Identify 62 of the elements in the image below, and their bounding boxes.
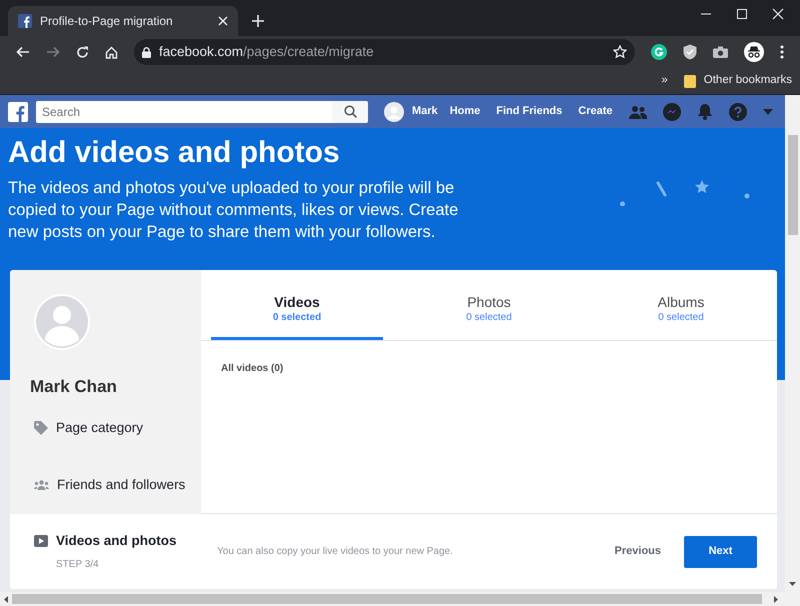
sidebar-step[interactable]: Friends and followers bbox=[10, 456, 201, 514]
camera-icon[interactable] bbox=[713, 46, 728, 58]
browser-tab[interactable]: Profile-to-Page migration bbox=[8, 6, 238, 36]
avatar-icon bbox=[384, 102, 404, 122]
search-button[interactable] bbox=[332, 100, 368, 122]
friends-icon[interactable] bbox=[628, 104, 646, 118]
home-icon[interactable] bbox=[105, 46, 118, 58]
search-field[interactable]: Search bbox=[36, 100, 332, 122]
url-text: facebook.com/pages/create/migrate bbox=[159, 42, 375, 61]
facebook-logo-icon[interactable] bbox=[8, 102, 28, 122]
help-icon[interactable] bbox=[728, 102, 746, 120]
avatar-placeholder-icon bbox=[34, 294, 90, 350]
sidebar-step[interactable]: Videos and photos STEP 3/4 bbox=[10, 514, 201, 589]
lock-icon bbox=[142, 46, 151, 58]
scroll-down-arrow-icon[interactable] bbox=[789, 582, 796, 586]
back-arrow-icon[interactable] bbox=[16, 46, 30, 58]
video-icon bbox=[34, 535, 48, 547]
previous-button[interactable]: Previous bbox=[606, 538, 670, 565]
footer-note: You can also copy your live videos to your new Page. bbox=[217, 545, 454, 559]
nav-link[interactable]: Home bbox=[446, 103, 484, 120]
scroll-left-arrow-icon[interactable] bbox=[4, 596, 8, 602]
new-tab-icon[interactable] bbox=[252, 15, 264, 27]
grammar-extension-icon[interactable] bbox=[651, 44, 667, 60]
close-icon[interactable] bbox=[772, 8, 784, 20]
media-tab[interactable]: Albums 0 selected bbox=[595, 270, 767, 340]
step-label: STEP 3/4 bbox=[56, 558, 100, 572]
close-icon[interactable] bbox=[218, 16, 228, 26]
next-button[interactable]: Next bbox=[684, 536, 757, 568]
facebook-logo-icon bbox=[18, 14, 32, 28]
page-description: The videos and photos you've uploaded to your profile will be copied to your Page without comments, likes or views. Create new posts on your Page to share them with your followers. bbox=[8, 178, 460, 243]
caret-icon[interactable] bbox=[762, 108, 772, 114]
scrollbar-thumb[interactable] bbox=[788, 135, 798, 235]
star-icon[interactable] bbox=[613, 45, 627, 59]
people-icon bbox=[34, 480, 49, 490]
section-heading: All videos (0) bbox=[220, 362, 284, 376]
scroll-right-arrow-icon[interactable] bbox=[774, 596, 778, 602]
horizontal-scrollbar[interactable] bbox=[0, 592, 800, 606]
address-bar[interactable]: facebook.com/pages/create/migrate bbox=[134, 39, 635, 65]
page-title: Add videos and photos bbox=[8, 136, 341, 169]
bookmark-link[interactable]: Other bookmarks bbox=[704, 72, 792, 90]
profile-name: Mark Chan bbox=[29, 376, 118, 398]
bell-icon[interactable] bbox=[696, 103, 712, 120]
menu-icon[interactable] bbox=[780, 45, 784, 59]
shield-icon[interactable] bbox=[683, 44, 697, 60]
media-tab[interactable]: Photos 0 selected bbox=[403, 270, 575, 340]
incognito-profile-icon[interactable] bbox=[744, 42, 764, 62]
vertical-scrollbar[interactable] bbox=[785, 95, 800, 592]
profile-link[interactable]: Mark bbox=[384, 102, 438, 122]
tag-icon bbox=[34, 421, 48, 436]
maximize-icon[interactable] bbox=[736, 8, 748, 20]
bookmarks-overflow[interactable]: » bbox=[661, 72, 676, 90]
scrollbar-thumb[interactable] bbox=[12, 594, 762, 604]
tab-title: Profile-to-Page migration bbox=[40, 13, 174, 30]
sidebar-step[interactable]: Page category bbox=[10, 400, 201, 457]
forward-arrow-icon[interactable] bbox=[46, 46, 60, 58]
search-icon bbox=[344, 105, 356, 118]
nav-link[interactable]: Create bbox=[574, 103, 616, 120]
messenger-icon[interactable] bbox=[662, 102, 680, 120]
nav-link[interactable]: Find Friends bbox=[492, 103, 566, 120]
folder-icon bbox=[684, 74, 696, 88]
reload-icon[interactable] bbox=[76, 46, 89, 58]
media-tab[interactable]: Videos 0 selected bbox=[211, 270, 383, 340]
